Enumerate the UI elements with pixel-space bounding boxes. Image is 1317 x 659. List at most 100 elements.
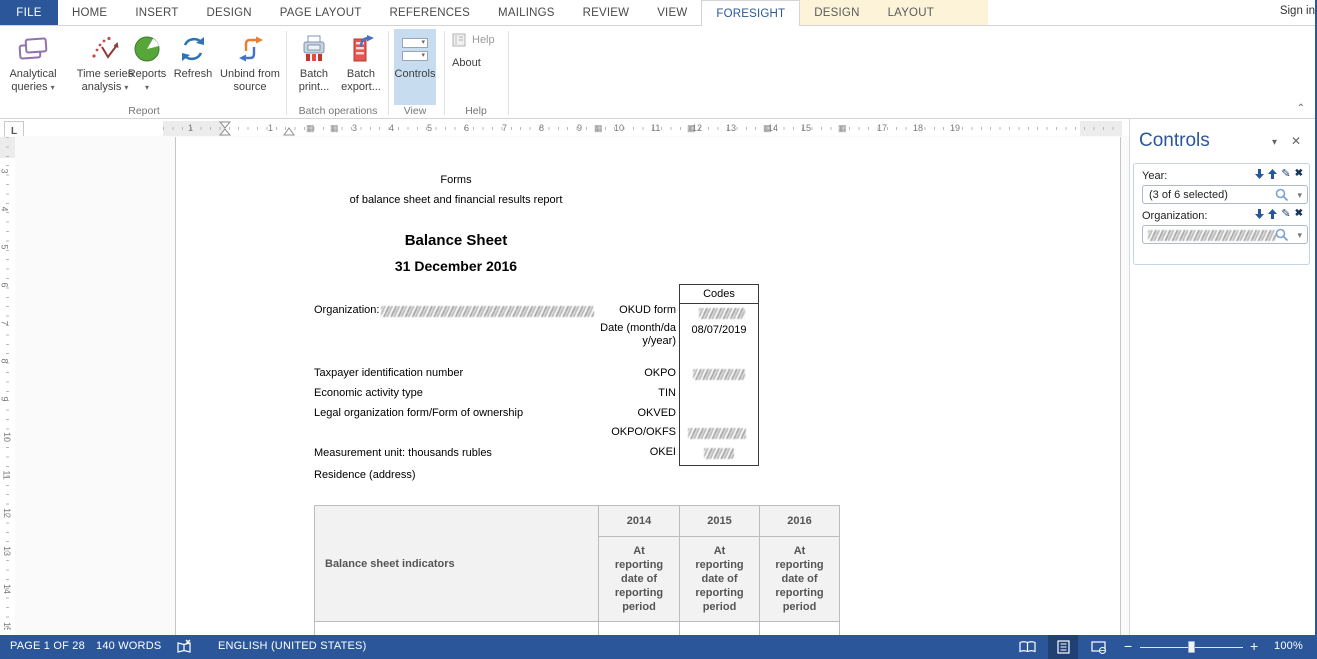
time-series-analysis-icon xyxy=(90,32,120,66)
ruler-number: 15 xyxy=(801,123,811,133)
table-column-marker-icon[interactable]: ▦ xyxy=(687,123,696,134)
zoom-slider-handle[interactable] xyxy=(1188,641,1195,653)
tab-mailings[interactable]: MAILINGS xyxy=(484,0,569,25)
doc-title: Balance Sheet xyxy=(176,232,736,249)
analytical-queries-icon xyxy=(17,32,49,66)
proofing-status-icon[interactable] xyxy=(176,639,193,657)
redacted-okpo-code xyxy=(693,369,745,380)
zoom-level[interactable]: 100% xyxy=(1274,640,1303,652)
read-mode-button[interactable] xyxy=(1012,635,1042,659)
batch-export-icon xyxy=(347,32,375,66)
ruler-number: 10 xyxy=(2,432,12,442)
ruler-number: 13 xyxy=(726,123,736,133)
okpo-okfs-label: OKPO/OKFS xyxy=(476,426,676,438)
table-column-marker-icon[interactable]: ▦ xyxy=(306,123,315,134)
ribbon: Analytical queries ▾ Time series analysi… xyxy=(0,27,1315,119)
controls-toggle-button[interactable]: ▾ ▾ Controls xyxy=(394,29,436,105)
table-column-marker-icon[interactable]: ▦ xyxy=(330,123,339,134)
year-2015-cell: 2015 xyxy=(679,505,760,537)
word-count[interactable]: 140 WORDS xyxy=(96,640,161,652)
group-separator xyxy=(508,31,509,115)
ruler-number: 8 xyxy=(539,123,544,133)
chevron-down-icon[interactable]: ▾ xyxy=(1297,230,1302,241)
document-workspace: Forms of balance sheet and financial res… xyxy=(15,136,1129,635)
organization-select-input[interactable]: ▾ xyxy=(1142,225,1308,244)
indent-markers-icon[interactable] xyxy=(218,121,232,136)
ruler-number: 1 xyxy=(268,123,273,133)
help-button[interactable]: Help xyxy=(452,33,495,47)
unbind-from-source-icon xyxy=(236,32,264,66)
ruler-number: 7 xyxy=(0,320,10,325)
redacted-okei-code xyxy=(704,448,734,459)
search-icon[interactable] xyxy=(1275,228,1289,245)
web-layout-button[interactable] xyxy=(1084,635,1114,659)
tab-table-layout[interactable]: LAYOUT xyxy=(874,0,948,25)
tab-design[interactable]: DESIGN xyxy=(192,0,265,25)
year-field-actions: ✎ ✖ xyxy=(1255,169,1303,179)
batch-print-button[interactable]: Batch print... xyxy=(291,29,337,105)
okved-label: OKVED xyxy=(476,407,676,419)
unbind-from-source-button[interactable]: Unbind from source xyxy=(216,29,284,105)
vertical-ruler[interactable]: 3456789101112131415 xyxy=(0,137,15,630)
redacted-okud-code xyxy=(699,308,745,319)
tab-file[interactable]: FILE xyxy=(0,0,58,25)
about-button[interactable]: About xyxy=(452,57,481,69)
move-up-icon[interactable] xyxy=(1268,169,1277,179)
chevron-down-icon[interactable]: ▾ xyxy=(1297,190,1302,201)
search-icon[interactable] xyxy=(1275,188,1289,205)
remove-icon[interactable]: ✖ xyxy=(1295,169,1303,179)
zoom-out-button[interactable]: − xyxy=(1124,638,1132,654)
subheader-2016-cell: At reporting date of reporting period xyxy=(759,536,840,622)
refresh-button[interactable]: Refresh xyxy=(170,29,216,105)
help-book-icon xyxy=(452,33,468,47)
zoom-in-button[interactable]: + xyxy=(1250,638,1258,654)
tab-insert[interactable]: INSERT xyxy=(121,0,192,25)
edit-icon[interactable]: ✎ xyxy=(1281,209,1290,219)
okei-label: OKEI xyxy=(476,446,676,458)
okud-form-label: OKUD form xyxy=(476,304,676,316)
table-column-marker-icon[interactable]: ▦ xyxy=(838,123,847,134)
tab-foresight-active[interactable]: FORESIGHT xyxy=(701,0,800,26)
pane-close-icon[interactable]: ✕ xyxy=(1291,134,1301,148)
table-column-marker-icon[interactable]: ▦ xyxy=(594,123,603,134)
unbind-label: Unbind from source xyxy=(220,68,280,93)
move-down-icon[interactable] xyxy=(1255,209,1264,219)
tab-review[interactable]: REVIEW xyxy=(569,0,644,25)
year-select-input[interactable]: (3 of 6 selected) ▾ xyxy=(1142,185,1308,204)
tab-home[interactable]: HOME xyxy=(58,0,121,25)
date-value: 08/07/2019 xyxy=(680,324,758,336)
horizontal-ruler[interactable]: 113456789101112131415171819▦▦▦▦▦▦ xyxy=(163,121,1122,136)
pane-title: Controls xyxy=(1139,130,1210,152)
edit-icon[interactable]: ✎ xyxy=(1281,169,1290,179)
codes-table: Codes 08/07/2019 xyxy=(679,284,759,466)
batch-export-button[interactable]: Batch export... xyxy=(337,29,385,105)
language-indicator[interactable]: ENGLISH (UNITED STATES) xyxy=(218,640,366,652)
analytical-queries-button[interactable]: Analytical queries ▾ xyxy=(4,29,62,105)
document-page[interactable]: Forms of balance sheet and financial res… xyxy=(175,137,1121,635)
table-body-cell xyxy=(314,621,599,635)
reports-icon xyxy=(133,32,161,66)
tab-references[interactable]: REFERENCES xyxy=(375,0,484,25)
sign-in-link[interactable]: Sign in xyxy=(1280,5,1315,17)
remove-icon[interactable]: ✖ xyxy=(1295,209,1303,219)
tab-page-layout[interactable]: PAGE LAYOUT xyxy=(266,0,376,25)
collapse-ribbon-icon[interactable]: ⌃ xyxy=(1297,103,1305,114)
group-label-help: Help xyxy=(446,105,506,117)
tab-view[interactable]: VIEW xyxy=(643,0,701,25)
move-down-icon[interactable] xyxy=(1255,169,1264,179)
table-column-marker-icon[interactable]: ▦ xyxy=(763,123,772,134)
subheader-2014-cell: At reporting date of reporting period xyxy=(598,536,680,622)
move-up-icon[interactable] xyxy=(1268,209,1277,219)
hanging-indent-icon[interactable] xyxy=(283,127,295,136)
tab-table-design[interactable]: DESIGN xyxy=(800,0,873,25)
indicators-table: Balance sheet indicators 2014 2015 2016 … xyxy=(314,505,839,635)
pane-menu-chevron-icon[interactable]: ▾ xyxy=(1272,137,1277,148)
ruler-number: 4 xyxy=(0,206,10,211)
refresh-label: Refresh xyxy=(174,68,213,80)
reports-button[interactable]: Reports▾ xyxy=(124,29,170,105)
ruler-number: 10 xyxy=(614,123,624,133)
ruler-number: 3 xyxy=(0,168,10,173)
print-layout-button[interactable] xyxy=(1048,635,1078,659)
contextual-spacer xyxy=(948,0,988,25)
page-indicator[interactable]: PAGE 1 OF 28 xyxy=(10,640,85,652)
